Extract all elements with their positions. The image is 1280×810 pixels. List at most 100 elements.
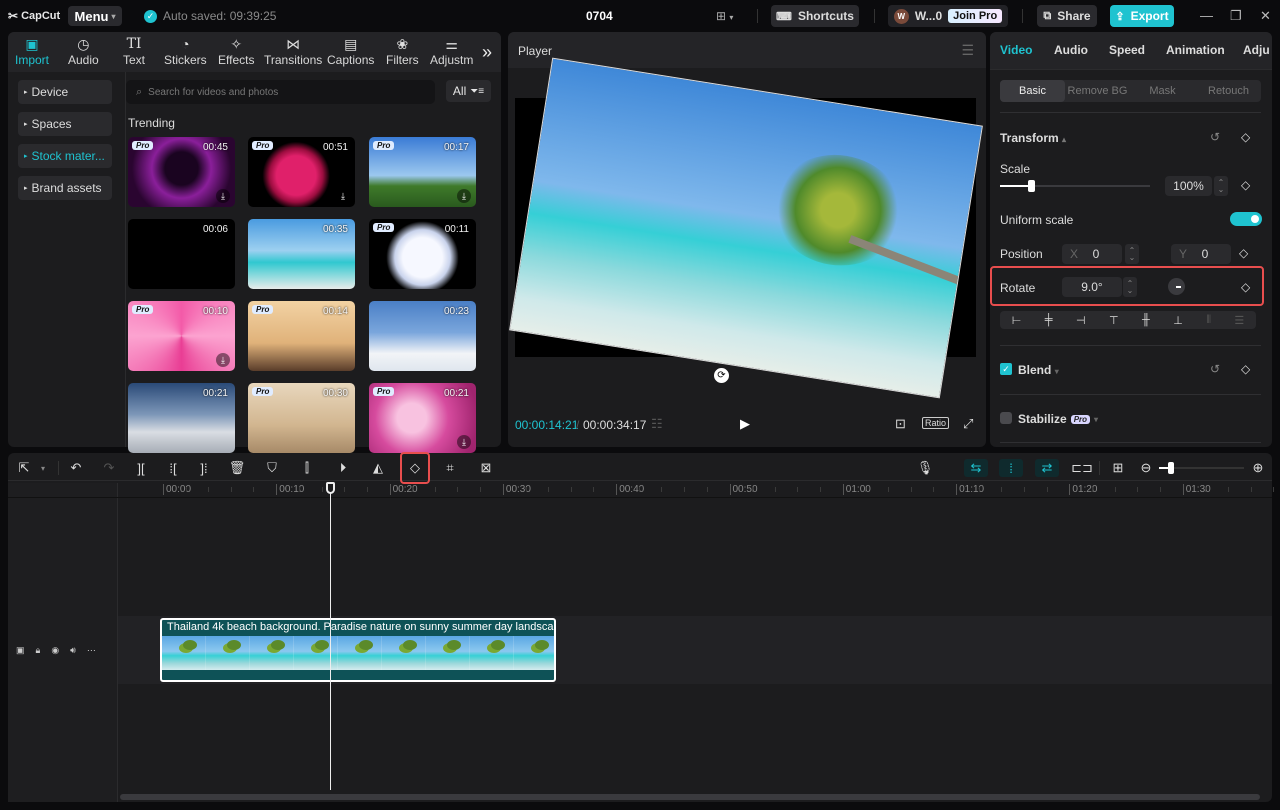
distribute-h-icon[interactable]: ⫴: [1206, 314, 1211, 327]
media-thumbnail[interactable]: 00:51 Pro ⤓: [248, 137, 355, 207]
sidenav-stock-material[interactable]: ▸ Stock mater...: [18, 144, 112, 168]
zoom-in-button[interactable]: ⊕: [1247, 459, 1269, 477]
split-left-button[interactable]: ⁞[: [162, 459, 184, 477]
stabilize-checkbox[interactable]: [1000, 412, 1012, 424]
select-mode-dropdown[interactable]: ▾: [32, 459, 54, 477]
mirror-button[interactable]: ◭: [367, 459, 389, 477]
lock-icon[interactable]: 🔒︎: [36, 645, 41, 656]
playhead-handle[interactable]: [326, 482, 335, 494]
undo-button[interactable]: ↶: [65, 459, 87, 477]
align-top-icon[interactable]: ⊤: [1109, 314, 1119, 327]
media-thumbnail[interactable]: 00:45 Pro ⤓: [128, 137, 235, 207]
distribute-v-icon[interactable]: ☰: [1234, 314, 1244, 327]
redo-button[interactable]: ↷: [98, 459, 120, 477]
delete-button[interactable]: 🗑: [226, 459, 248, 477]
search-input[interactable]: ⌕ Search for videos and photos: [126, 80, 435, 104]
position-x-stepper[interactable]: ⌃ ⌄: [1125, 244, 1139, 264]
media-thumbnail[interactable]: 00:35: [248, 219, 355, 289]
tab-speed[interactable]: Speed: [1109, 43, 1145, 57]
play-button[interactable]: ▶: [740, 416, 750, 432]
media-thumbnail[interactable]: 00:21 Pro ⤓: [369, 383, 476, 453]
preview-axis-button[interactable]: ⊏⊐: [1071, 459, 1093, 477]
export-button[interactable]: ⇪ Export: [1110, 5, 1174, 27]
scale-slider[interactable]: [1000, 180, 1150, 192]
main-track-magnet-button[interactable]: ⇆: [964, 459, 988, 477]
rotate-input[interactable]: 9.0°: [1062, 277, 1122, 297]
scale-slider-handle[interactable]: [1028, 180, 1036, 192]
download-icon[interactable]: ⤓: [216, 353, 230, 367]
scale-input[interactable]: 100%: [1165, 176, 1212, 196]
share-button[interactable]: ⧉ Share: [1037, 5, 1097, 27]
subtab-retouch[interactable]: Retouch: [1196, 80, 1261, 102]
auto-snap-button[interactable]: ⁞: [999, 459, 1023, 477]
layout-button[interactable]: ⊞ ▾: [716, 9, 733, 23]
freeze-button[interactable]: ⫿: [296, 459, 318, 477]
video-canvas[interactable]: [509, 57, 983, 399]
eye-icon[interactable]: ◉: [51, 645, 59, 656]
rotate-button[interactable]: ◇: [400, 452, 430, 484]
keyframe-button[interactable]: ◇: [1241, 130, 1250, 144]
rotate-keyframe-button[interactable]: ◇: [1241, 280, 1250, 294]
media-thumbnail[interactable]: 00:11 Pro: [369, 219, 476, 289]
close-button[interactable]: ✕: [1260, 8, 1271, 24]
align-bottom-icon[interactable]: ⊥: [1173, 314, 1183, 327]
zoom-out-button[interactable]: ⊖: [1135, 459, 1157, 477]
scale-stepper[interactable]: ⌃ ⌄: [1214, 176, 1228, 196]
tab-captions[interactable]: ▤ Captions: [327, 35, 374, 67]
media-thumbnail[interactable]: 00:06: [128, 219, 235, 289]
rotate-handle-icon[interactable]: ⟳: [714, 368, 729, 383]
marker-button[interactable]: ⛉: [261, 459, 283, 477]
track-video-icon[interactable]: ▣: [16, 645, 25, 656]
position-y-input[interactable]: Y 0: [1171, 244, 1231, 264]
record-audio-button[interactable]: 🎙: [914, 459, 936, 477]
join-pro-button[interactable]: Join Pro: [948, 9, 1003, 23]
split-right-button[interactable]: ]⁞: [193, 459, 215, 477]
reset-button[interactable]: ↺: [1210, 130, 1220, 144]
subtab-remove-bg[interactable]: Remove BG: [1065, 80, 1130, 102]
rotate-stepper[interactable]: ⌃ ⌄: [1123, 277, 1137, 297]
zoom-to-fit-button[interactable]: ⊞: [1107, 459, 1129, 477]
sidenav-spaces[interactable]: ▸ Spaces: [18, 112, 112, 136]
align-middle-v-icon[interactable]: ╫: [1142, 314, 1150, 326]
crop-button[interactable]: ⌗: [439, 459, 461, 477]
tab-audio-props[interactable]: Audio: [1054, 43, 1088, 57]
tab-effects[interactable]: ✧ Effects: [218, 35, 254, 67]
remove-subtitle-button[interactable]: ⊠: [475, 459, 497, 477]
align-left-icon[interactable]: ⊢: [1012, 314, 1022, 327]
video-clip[interactable]: Thailand 4k beach background. Paradise n…: [160, 618, 556, 682]
shortcuts-button[interactable]: ⌨ Shortcuts: [771, 5, 859, 27]
download-icon[interactable]: ⤓: [457, 435, 471, 449]
ratio-button[interactable]: Ratio: [922, 417, 950, 429]
download-icon[interactable]: ⤓: [216, 189, 230, 203]
tab-stickers[interactable]: ◔ Stickers: [164, 35, 207, 67]
zoom-fit-button[interactable]: ⊡: [895, 416, 906, 432]
scale-keyframe-button[interactable]: ◇: [1241, 178, 1250, 192]
position-keyframe-button[interactable]: ◇: [1239, 246, 1248, 260]
fullscreen-button[interactable]: ⤢: [963, 416, 973, 432]
rotated-video-frame[interactable]: [509, 57, 983, 399]
tab-text[interactable]: TI Text: [123, 35, 145, 67]
blend-keyframe-button[interactable]: ◇: [1241, 362, 1250, 376]
tab-import[interactable]: ▣ Import: [15, 35, 49, 67]
media-thumbnail[interactable]: 00:10 Pro ⤓: [128, 301, 235, 371]
tab-animation[interactable]: Animation: [1166, 43, 1225, 57]
split-button[interactable]: ][: [130, 459, 152, 477]
minimize-button[interactable]: —: [1200, 8, 1213, 23]
horizontal-scrollbar[interactable]: [120, 794, 1260, 800]
user-account[interactable]: W W...0 Join Pro: [888, 5, 1008, 27]
link-button[interactable]: ⇄: [1035, 459, 1059, 477]
tab-adjustment[interactable]: ⚌ Adjustm: [430, 35, 473, 67]
media-thumbnail[interactable]: 00:17 Pro ⤓: [369, 137, 476, 207]
project-title[interactable]: 0704: [586, 9, 613, 23]
reverse-button[interactable]: ⏵: [332, 459, 354, 477]
blend-checkbox[interactable]: ✓: [1000, 363, 1012, 375]
tab-audio[interactable]: ◷ Audio: [68, 35, 99, 67]
media-thumbnail[interactable]: 00:21: [128, 383, 235, 453]
volume-icon[interactable]: 🔊︎: [70, 645, 76, 656]
stabilize-section-toggle[interactable]: Stabilize Pro ▾: [1018, 412, 1098, 426]
blend-reset-button[interactable]: ↺: [1210, 362, 1220, 376]
sidenav-brand-assets[interactable]: ▸ Brand assets: [18, 176, 112, 200]
media-thumbnail[interactable]: 00:30 Pro: [248, 383, 355, 453]
zoom-slider-handle[interactable]: [1168, 462, 1174, 474]
blend-section-toggle[interactable]: Blend ▾: [1018, 363, 1059, 377]
